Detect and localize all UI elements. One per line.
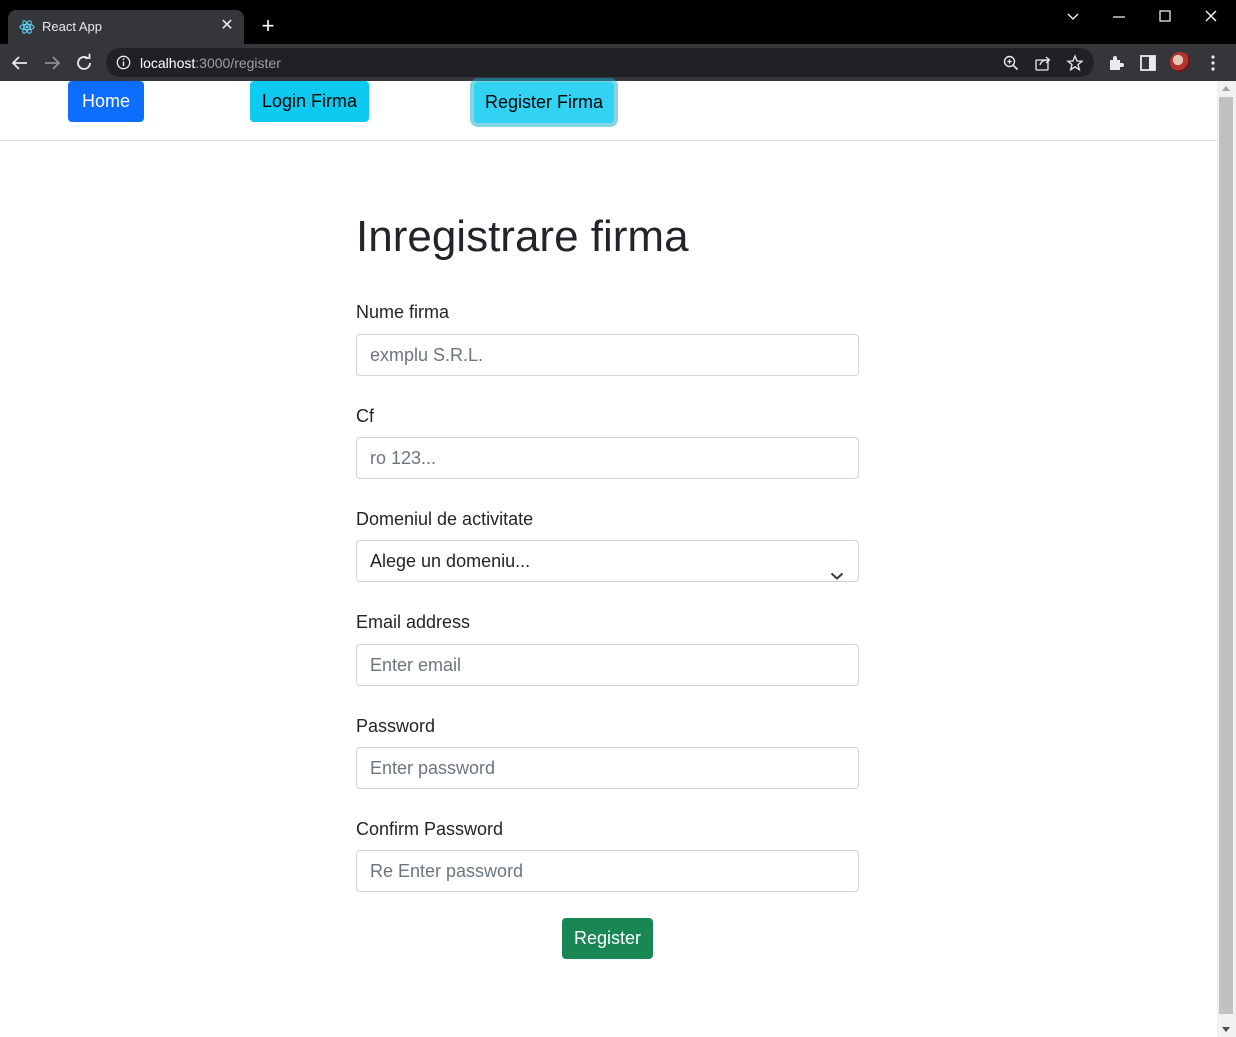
page: Home Login Firma Register Firma Inregist… [0, 81, 1217, 1037]
tab-search-icon[interactable] [1059, 6, 1087, 28]
menu-kebab-icon[interactable] [1203, 53, 1223, 73]
url-text: localhost:3000/register [140, 55, 281, 71]
email-label: Email address [356, 612, 471, 632]
password-input[interactable]: Enter password [356, 747, 859, 789]
site-info-icon[interactable] [116, 55, 131, 70]
login-firma-button[interactable]: Login Firma [250, 81, 369, 122]
scroll-down-arrow-icon[interactable] [1222, 1027, 1230, 1032]
side-panel-icon[interactable] [1138, 53, 1158, 73]
close-window-icon[interactable] [1197, 6, 1225, 28]
confirm-password-input[interactable]: Re Enter password [356, 850, 859, 892]
tab-title: React App [42, 19, 102, 34]
cf-label: Cf [356, 406, 374, 426]
share-icon[interactable] [1034, 54, 1052, 72]
maximize-icon[interactable] [1151, 6, 1179, 28]
react-logo-icon [19, 19, 35, 35]
browser-tab[interactable]: React App ✕ [8, 10, 244, 44]
company-name-label: Nume firma [356, 302, 450, 322]
company-name-input[interactable]: exmplu S.R.L. [356, 334, 859, 376]
browser-titlebar: React App ✕ + [0, 0, 1236, 44]
email-input[interactable]: Enter email [356, 644, 859, 686]
browser-toolbar: localhost:3000/register [0, 44, 1236, 81]
confirm-password-label: Confirm Password [356, 819, 504, 839]
register-button[interactable]: Register [562, 918, 653, 959]
navbar: Home Login Firma Register Firma [0, 81, 1217, 141]
reload-icon[interactable] [73, 52, 95, 74]
minimize-icon[interactable] [1105, 6, 1133, 28]
vertical-scrollbar[interactable] [1217, 81, 1236, 1037]
forward-icon[interactable] [41, 52, 63, 74]
bookmark-star-icon[interactable] [1066, 54, 1084, 72]
back-icon[interactable] [9, 52, 31, 74]
register-firma-button[interactable]: Register Firma [474, 82, 614, 123]
cf-input[interactable]: ro 123... [356, 437, 859, 479]
password-label: Password [356, 716, 436, 736]
home-button[interactable]: Home [68, 81, 144, 122]
domain-select-value: Alege un domeniu... [370, 551, 531, 571]
address-bar[interactable]: localhost:3000/register [106, 48, 1094, 77]
domain-select[interactable]: Alege un domeniu... [356, 540, 859, 582]
scrollbar-thumb[interactable] [1219, 97, 1233, 1014]
chevron-down-icon [830, 555, 844, 580]
extensions-icon[interactable] [1106, 53, 1126, 73]
zoom-icon[interactable] [1002, 54, 1020, 72]
scroll-up-arrow-icon[interactable] [1222, 86, 1230, 91]
close-tab-icon[interactable]: ✕ [218, 17, 236, 35]
page-title: Inregistrare firma [356, 212, 689, 261]
new-tab-icon[interactable]: + [257, 15, 279, 37]
domain-label: Domeniul de activitate [356, 509, 534, 529]
profile-avatar[interactable] [1170, 52, 1190, 72]
page-viewport: Home Login Firma Register Firma Inregist… [0, 81, 1236, 1037]
